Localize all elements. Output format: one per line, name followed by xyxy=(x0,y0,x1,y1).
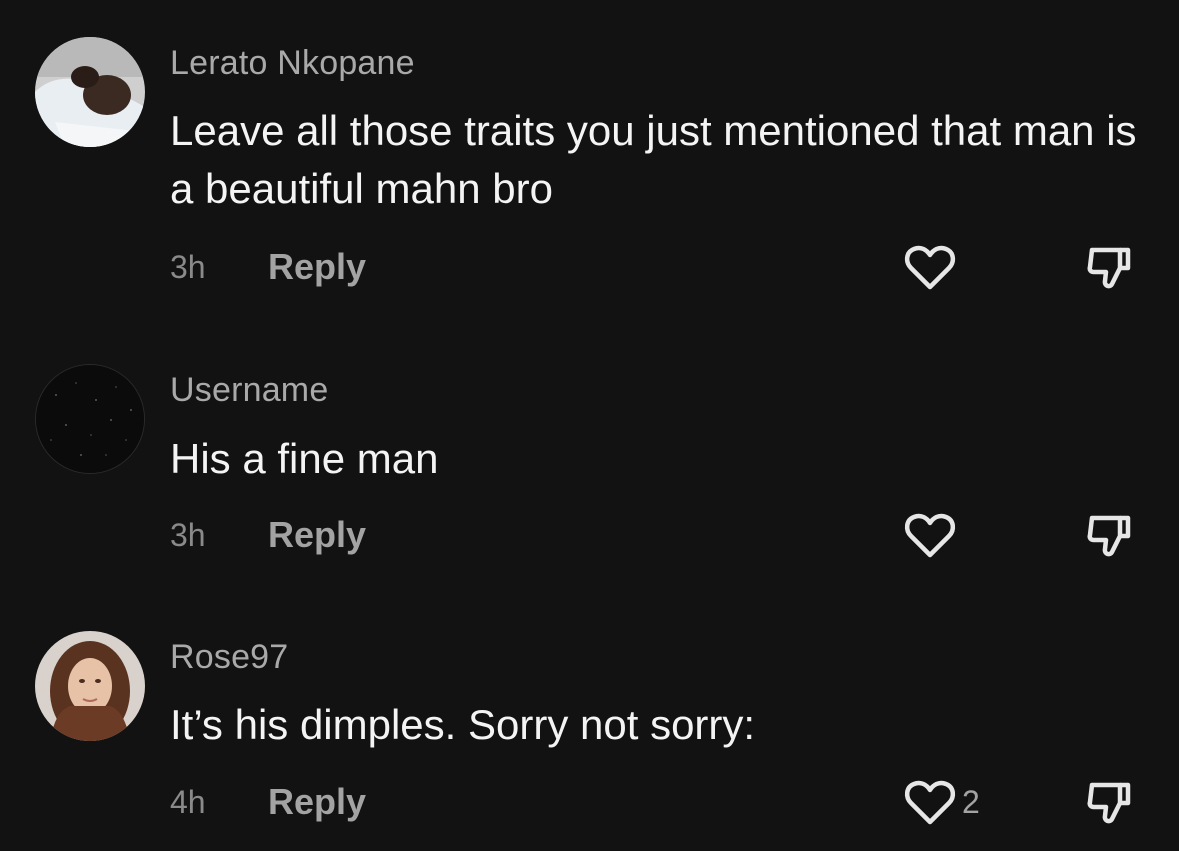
like-count: 2 xyxy=(962,784,980,820)
avatar[interactable] xyxy=(35,631,145,741)
avatar[interactable] xyxy=(35,364,145,474)
reply-button[interactable]: Reply xyxy=(268,781,366,823)
thumbs-down-icon[interactable] xyxy=(1084,779,1132,827)
timestamp: 3h xyxy=(170,249,206,285)
timestamp: 4h xyxy=(170,784,206,820)
reply-button[interactable]: Reply xyxy=(268,514,366,556)
comment-item: Lerato Nkopane Leave all those traits yo… xyxy=(0,0,1179,320)
timestamp: 3h xyxy=(170,517,206,553)
heart-icon[interactable] xyxy=(904,779,956,827)
heart-icon[interactable] xyxy=(904,244,956,292)
comment-text: Leave all those traits you just mentione… xyxy=(170,107,1137,212)
username[interactable]: Username xyxy=(170,371,328,410)
comment-text: His a fine man xyxy=(170,435,439,482)
heart-icon[interactable] xyxy=(904,512,956,560)
comment-item: Username His a fine man 3h Reply xyxy=(0,320,1179,610)
username[interactable]: Lerato Nkopane xyxy=(170,44,415,83)
comment-item: Rose97 It’s his dimples. Sorry not sorry… xyxy=(0,610,1179,851)
username[interactable]: Rose97 xyxy=(170,638,288,677)
thumbs-down-icon[interactable] xyxy=(1084,244,1132,292)
thumbs-down-icon[interactable] xyxy=(1084,512,1132,560)
reply-button[interactable]: Reply xyxy=(268,246,366,288)
avatar[interactable] xyxy=(35,37,145,147)
comment-text: It’s his dimples. Sorry not sorry: xyxy=(170,701,756,748)
